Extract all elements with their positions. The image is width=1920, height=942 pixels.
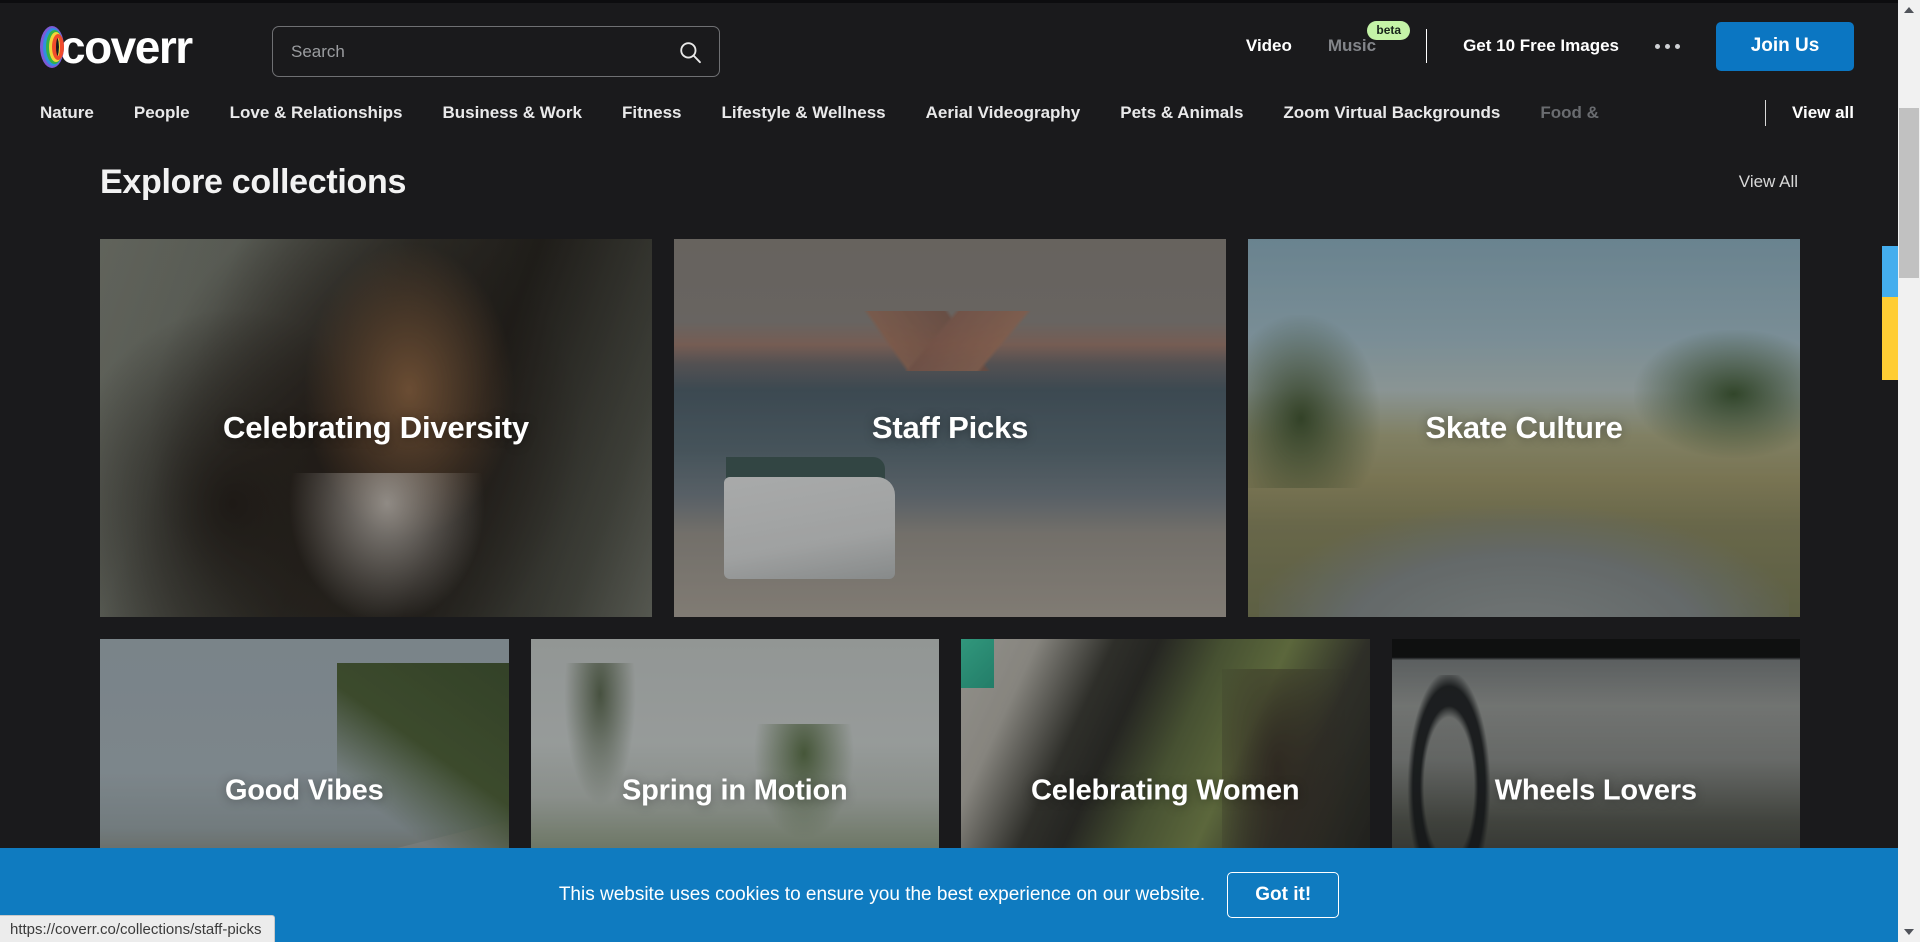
collection-card-celebrating-diversity[interactable]: Celebrating Diversity (100, 239, 652, 617)
status-bar-url: https://coverr.co/collections/staff-pick… (0, 915, 275, 942)
search-input[interactable] (291, 41, 677, 62)
featured-collections-row: Celebrating Diversity Staff Picks Skate … (100, 239, 1800, 617)
browser-viewport: Explore collections View All Celebrating… (0, 0, 1920, 942)
nav-link-music-label: Music (1327, 36, 1377, 55)
page-edge-color-strip (1882, 246, 1898, 380)
header-nav-right: Video Music beta Get 10 Free Images Join… (1210, 0, 1898, 92)
collection-card-staff-picks[interactable]: Staff Picks (674, 239, 1226, 617)
site-header: coverr Video Music beta Get 10 F (0, 0, 1898, 134)
join-us-button[interactable]: Join Us (1716, 21, 1854, 71)
category-nature[interactable]: Nature (40, 102, 94, 124)
category-aerial-videography[interactable]: Aerial Videography (926, 102, 1081, 124)
scroll-down-arrow-icon[interactable] (1898, 922, 1920, 942)
category-view-all-link[interactable]: View all (1792, 103, 1854, 123)
coverr-rainbow-icon (40, 24, 66, 70)
collection-title: Spring in Motion (621, 774, 848, 807)
explore-collections-header: Explore collections View All (100, 160, 1798, 204)
edge-strip-yellow (1882, 297, 1898, 380)
beta-badge: beta (1367, 21, 1411, 40)
page-top-edge (0, 0, 1898, 3)
page-title: Explore collections (100, 163, 407, 201)
scroll-up-arrow-icon[interactable] (1898, 0, 1920, 20)
category-pets-animals[interactable]: Pets & Animals (1120, 102, 1243, 124)
vertical-scrollbar[interactable] (1898, 0, 1920, 942)
nav-link-music[interactable]: Music beta (1327, 21, 1411, 56)
scrollbar-thumb[interactable] (1899, 108, 1919, 278)
cookie-message: This website uses cookies to ensure you … (558, 884, 1206, 905)
category-nav-divider (1764, 100, 1766, 126)
collection-title: Celebrating Diversity (223, 410, 529, 445)
collection-title: Wheels Lovers (1494, 774, 1697, 807)
collection-title: Skate Culture (1425, 410, 1623, 445)
search-icon[interactable] (677, 39, 703, 65)
logo-wordmark: coverr (60, 21, 193, 73)
page-content: Explore collections View All Celebrating… (0, 0, 1898, 942)
edge-strip-blue (1882, 246, 1898, 297)
category-people[interactable]: People (134, 102, 190, 124)
collection-card-skate-culture[interactable]: Skate Culture (1248, 239, 1800, 617)
category-nav-tail: View all (1724, 92, 1898, 134)
header-divider (1426, 29, 1428, 63)
ellipsis-icon[interactable] (1653, 38, 1682, 55)
site-logo[interactable]: coverr (40, 21, 193, 73)
collection-title: Good Vibes (224, 774, 384, 807)
category-zoom-virtual-backgrounds[interactable]: Zoom Virtual Backgrounds (1283, 102, 1500, 124)
category-nav: Nature People Love & Relationships Busin… (0, 92, 1898, 134)
category-fitness[interactable]: Fitness (622, 102, 682, 124)
nav-link-get-free-images[interactable]: Get 10 Free Images (1463, 36, 1619, 56)
collection-title: Celebrating Women (1031, 774, 1300, 807)
category-business-work[interactable]: Business & Work (442, 102, 582, 124)
header-top-row: coverr Video Music beta Get 10 F (0, 0, 1898, 92)
cookie-consent-banner: This website uses cookies to ensure you … (0, 848, 1898, 942)
collection-title: Staff Picks (871, 410, 1029, 445)
nav-link-video[interactable]: Video (1246, 36, 1292, 56)
category-food[interactable]: Food & (1540, 102, 1599, 124)
section-view-all-link[interactable]: View All (1739, 170, 1798, 194)
cookie-accept-button[interactable]: Got it! (1227, 872, 1340, 918)
search-bar[interactable] (272, 26, 720, 77)
category-love-relationships[interactable]: Love & Relationships (230, 102, 403, 124)
category-lifestyle-wellness[interactable]: Lifestyle & Wellness (722, 102, 886, 124)
